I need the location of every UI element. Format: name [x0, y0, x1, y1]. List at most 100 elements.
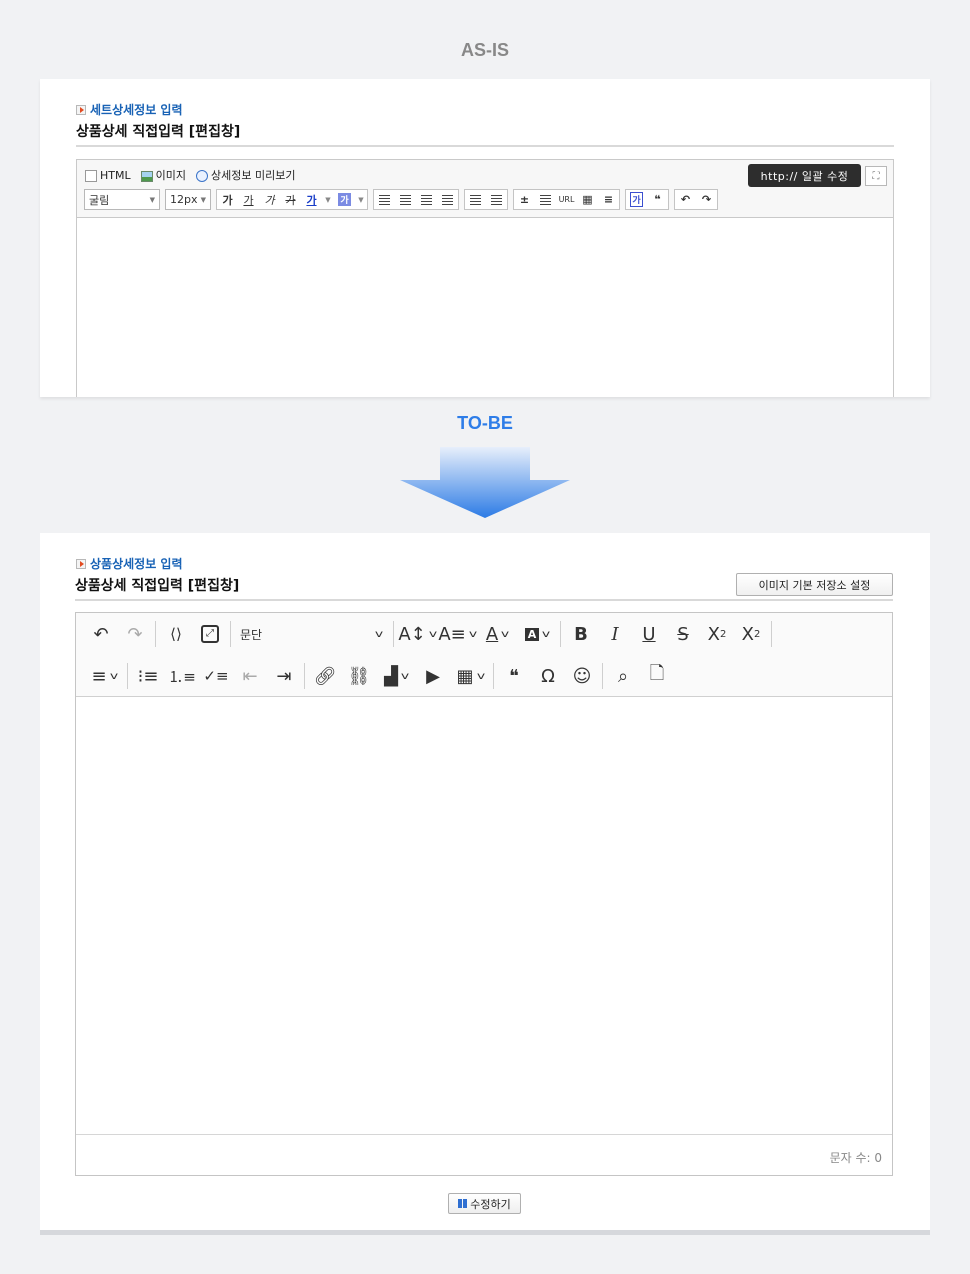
toolbar-separator: [560, 621, 561, 647]
align-left-icon[interactable]: [374, 190, 395, 209]
font-color-dropdown-icon[interactable]: ▼: [322, 190, 334, 209]
asis-editor-content[interactable]: [77, 218, 893, 396]
text-style-group: 가 가 가 가 가 ▼ 가 ▼: [216, 189, 368, 210]
special-characters-icon[interactable]: Ω: [531, 660, 565, 692]
character-count: 문자 수: 0: [829, 1151, 882, 1165]
redo-icon[interactable]: ↷: [118, 618, 152, 650]
toolbar-separator: [493, 663, 494, 689]
asis-label: AS-IS: [460, 40, 509, 60]
find-replace-icon[interactable]: ⌕: [606, 660, 640, 692]
fullscreen-icon[interactable]: ⛶: [865, 166, 887, 186]
html-toggle[interactable]: HTML: [85, 169, 131, 182]
save-button[interactable]: 수정하기: [448, 1193, 521, 1214]
bold-icon[interactable]: B: [564, 618, 598, 650]
image-upload-icon[interactable]: ▟ v: [376, 660, 416, 692]
undo-icon[interactable]: ↶: [84, 618, 118, 650]
italic-icon[interactable]: I: [598, 618, 632, 650]
table-icon[interactable]: ▦: [577, 190, 598, 209]
strikethrough-icon[interactable]: S: [666, 618, 700, 650]
paragraph-format-select[interactable]: 문단 v: [234, 618, 390, 650]
numbered-list-icon[interactable]: ⒈≡: [165, 660, 199, 692]
image-storage-settings-button[interactable]: 이미지 기본 저장소 설정: [736, 573, 893, 596]
tobe-editor-content[interactable]: [76, 697, 892, 1134]
table-icon[interactable]: ▦ v: [450, 660, 490, 692]
toolbar-separator: [155, 621, 156, 647]
underline-icon[interactable]: U: [632, 618, 666, 650]
emoji-icon[interactable]: ☺︎: [565, 660, 599, 692]
url-link-icon[interactable]: URL: [556, 190, 577, 209]
quote-icon[interactable]: ❝: [647, 190, 668, 209]
superscript-icon[interactable]: X2: [734, 618, 768, 650]
block-quote-icon[interactable]: ❝: [497, 660, 531, 692]
bulk-url-edit-button[interactable]: http:// 일괄 수정: [748, 164, 861, 187]
asis-section-title: 세트상세정보 입력: [76, 101, 183, 118]
play-bullet-icon: [76, 558, 86, 569]
font-color-icon[interactable]: Av: [477, 618, 517, 650]
insert-group: ± URL ▦ ≡: [513, 189, 620, 210]
tobe-panel: 상품상세정보 입력 상품상세 직접입력 [편집창] 이미지 기본 저장소 설정 …: [40, 533, 930, 1235]
image-insert-label: 이미지: [155, 169, 186, 182]
font-size-value: 12px: [170, 193, 198, 206]
undo-icon[interactable]: ↶: [675, 190, 696, 209]
ordered-list-icon[interactable]: [535, 190, 556, 209]
toolbar-separator: [304, 663, 305, 689]
special-group: 가 ❝: [625, 189, 669, 210]
outdent-icon[interactable]: [486, 190, 507, 209]
background-color-dropdown-icon[interactable]: ▼: [355, 190, 367, 209]
font-family-select[interactable]: 굴림 ▼: [84, 189, 160, 210]
indent-icon[interactable]: [465, 190, 486, 209]
preview-icon[interactable]: 🗋︎: [640, 660, 674, 692]
magnifier-icon: [196, 170, 208, 182]
asis-toolbar: HTML 이미지 상세정보 미리보기 http:// 일괄 수정 ⛶ 굴림 ▼ 1…: [77, 160, 893, 218]
todo-list-icon[interactable]: ✓≡: [199, 660, 233, 692]
background-color-icon[interactable]: 가: [334, 190, 355, 209]
toolbar-separator: [393, 621, 394, 647]
link-icon[interactable]: 🔗︎: [308, 660, 342, 692]
bold-icon[interactable]: 가: [217, 190, 238, 209]
strikethrough-icon[interactable]: 가: [280, 190, 301, 209]
dropdown-arrow-icon: ▼: [149, 195, 155, 204]
html-toggle-label: HTML: [100, 168, 131, 182]
unlink-icon[interactable]: ⛓︎: [342, 660, 376, 692]
font-color-icon[interactable]: 가: [301, 190, 322, 209]
fullscreen-icon[interactable]: ⤢: [193, 618, 227, 650]
tobe-section-title: 상품상세정보 입력: [76, 555, 183, 572]
italic-icon[interactable]: 가: [259, 190, 280, 209]
align-right-icon[interactable]: [416, 190, 437, 209]
tobe-toolbar: ↶ ↷ ⟨⟩ ⤢ 문단 v A↕ v A≡ v Av Av B I U S X …: [76, 613, 892, 697]
font-size-icon[interactable]: A↕ v: [397, 618, 437, 650]
down-arrow-icon: [400, 447, 570, 518]
font-family-icon[interactable]: A≡ v: [437, 618, 477, 650]
tobe-toolbar-row1: ↶ ↷ ⟨⟩ ⤢ 문단 v A↕ v A≡ v Av Av B I U S X …: [84, 616, 775, 652]
subscript-icon[interactable]: X2: [700, 618, 734, 650]
underline-icon[interactable]: 가: [238, 190, 259, 209]
align-justify-icon[interactable]: [437, 190, 458, 209]
horizontal-rule-icon[interactable]: ≡: [598, 190, 619, 209]
preview-label: 상세정보 미리보기: [211, 169, 296, 182]
indent-icon[interactable]: ⇥: [267, 660, 301, 692]
asis-divider: [76, 145, 894, 147]
line-height-icon[interactable]: ±: [514, 190, 535, 209]
media-embed-icon[interactable]: ▶︎: [416, 660, 450, 692]
font-family-value: 굴림: [89, 193, 110, 207]
preview-button[interactable]: 상세정보 미리보기: [196, 167, 295, 183]
indent-group: [464, 189, 508, 210]
save-icon: [458, 1199, 468, 1208]
outdent-icon[interactable]: ⇤: [233, 660, 267, 692]
alignment-icon[interactable]: ≡ v: [84, 660, 124, 692]
align-center-icon[interactable]: [395, 190, 416, 209]
toolbar-separator: [602, 663, 603, 689]
source-edit-icon[interactable]: ⟨⟩: [159, 618, 193, 650]
redo-icon[interactable]: ↷: [696, 190, 717, 209]
text-box-icon[interactable]: 가: [626, 190, 647, 209]
asis-panel: 세트상세정보 입력 상품상세 직접입력 [편집창] HTML 이미지 상세정보 …: [40, 79, 930, 397]
save-button-label: 수정하기: [470, 1197, 511, 1211]
tobe-page-title: 상품상세 직접입력 [편집창]: [75, 578, 240, 594]
font-background-color-icon[interactable]: Av: [517, 618, 557, 650]
editor-footer: 문자 수: 0: [76, 1134, 892, 1175]
bulleted-list-icon[interactable]: ⁝≡: [131, 660, 165, 692]
tobe-editor: ↶ ↷ ⟨⟩ ⤢ 문단 v A↕ v A≡ v Av Av B I U S X …: [75, 612, 893, 1176]
image-insert-button[interactable]: 이미지: [140, 167, 186, 183]
font-size-select[interactable]: 12px ▼: [165, 189, 211, 210]
tobe-section-title-text: 상품상세정보 입력: [90, 557, 183, 571]
